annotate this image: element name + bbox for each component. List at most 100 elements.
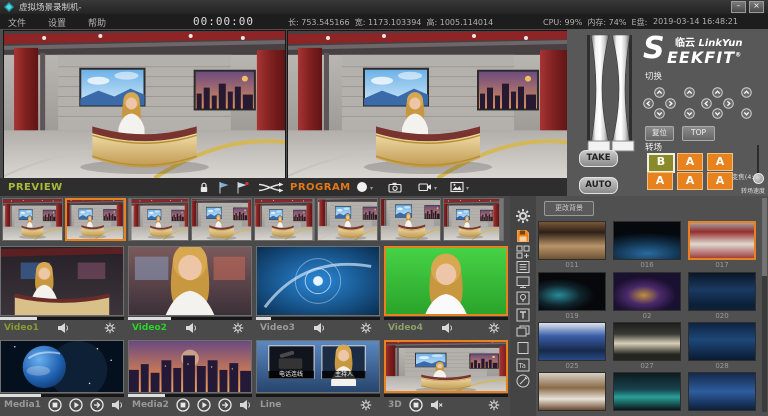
media-settings-icon-3[interactable]	[360, 399, 372, 411]
video-settings-icon-4[interactable]	[488, 322, 500, 334]
filmstrip-thumb-3[interactable]	[128, 198, 189, 241]
menu-file[interactable]: 文件	[8, 16, 26, 29]
pad-4-up-button[interactable]	[741, 83, 752, 94]
pad-1-left-button[interactable]	[643, 94, 654, 105]
pad-3-up-button[interactable]	[712, 83, 723, 94]
media-play-button-1[interactable]	[69, 398, 83, 412]
filmstrip-thumb-1[interactable]	[2, 198, 63, 241]
transition-a-5-button[interactable]: A	[677, 172, 703, 190]
menu-settings[interactable]: 设置	[48, 16, 66, 29]
pad-1-right-button[interactable]	[665, 94, 676, 105]
scene-scrollbar[interactable]	[762, 198, 767, 412]
transition-speed-knob[interactable]	[753, 173, 764, 184]
save-icon[interactable]	[515, 228, 531, 244]
title-text-icon[interactable]	[515, 307, 531, 323]
pad-3-right-button[interactable]	[723, 94, 734, 105]
scene-grid-icon[interactable]	[515, 244, 531, 260]
video-source-thumb-4[interactable]	[384, 246, 508, 316]
video-settings-icon-1[interactable]	[104, 322, 116, 334]
scene-thumb-02[interactable]	[613, 272, 681, 311]
program-monitor[interactable]	[287, 30, 569, 179]
scene-scrollbar-thumb[interactable]	[762, 198, 767, 276]
lock-icon[interactable]	[198, 181, 210, 193]
video-source-thumb-1[interactable]	[0, 246, 124, 316]
media-source-thumb-1[interactable]	[0, 340, 124, 393]
video-capture-caret-icon[interactable]: ▾	[434, 185, 437, 192]
media-speaker-button-1[interactable]	[111, 399, 124, 411]
signature-icon[interactable]	[515, 373, 531, 389]
media-next-button-2[interactable]	[218, 398, 232, 412]
video-speaker-icon-1[interactable]	[57, 322, 70, 334]
text-tool-icon[interactable]: Ta	[515, 357, 531, 373]
media-settings-icon-4[interactable]	[488, 399, 500, 411]
blank-doc-icon[interactable]	[515, 340, 531, 356]
media-source-thumb-3[interactable]	[256, 340, 380, 393]
video-source-thumb-2[interactable]	[128, 246, 252, 316]
close-button[interactable]: ×	[749, 1, 764, 13]
transition-a-2-button[interactable]: A	[677, 153, 703, 171]
scene-thumb-028[interactable]	[688, 322, 756, 361]
media-speaker-muted-button-4[interactable]	[430, 399, 443, 411]
auto-button[interactable]: AUTO	[579, 177, 618, 194]
media-source-thumb-4[interactable]	[384, 340, 508, 393]
layers-icon[interactable]	[515, 323, 531, 339]
filmstrip-thumb-8[interactable]	[443, 198, 504, 241]
scene-thumb-016[interactable]	[613, 221, 681, 260]
record-caret-icon[interactable]: ▾	[370, 185, 373, 192]
lighting-icon[interactable]	[515, 290, 531, 306]
preview-monitor[interactable]	[3, 30, 286, 179]
pad-3-down-button[interactable]	[712, 104, 723, 115]
monitor-icon[interactable]	[515, 274, 531, 290]
playlist-icon[interactable]	[515, 259, 531, 275]
snapshot-camera-button[interactable]	[388, 181, 402, 193]
media-play-button-2[interactable]	[197, 398, 211, 412]
settings-icon[interactable]	[515, 208, 531, 224]
video-settings-icon-2[interactable]	[232, 322, 244, 334]
pad-1-up-button[interactable]	[654, 83, 665, 94]
filmstrip-thumb-6[interactable]	[317, 198, 378, 241]
media-stop-button-4[interactable]	[409, 398, 423, 412]
video-speaker-icon-4[interactable]	[441, 322, 454, 334]
video-speaker-icon-3[interactable]	[313, 322, 326, 334]
swap-preview-program-button[interactable]	[258, 182, 284, 193]
menu-help[interactable]: 帮助	[88, 16, 106, 29]
scene-thumb-017[interactable]	[688, 221, 756, 260]
take-button[interactable]: TAKE	[579, 150, 618, 167]
minimize-button[interactable]: –	[731, 1, 746, 13]
pad-1-down-button[interactable]	[654, 104, 665, 115]
filmstrip-thumb-5[interactable]	[254, 198, 315, 241]
record-button[interactable]	[356, 181, 368, 193]
reset-button[interactable]: 复位	[645, 126, 674, 141]
transition-b-1-button[interactable]: B	[647, 153, 675, 173]
wipe-flag-icon[interactable]	[218, 181, 230, 194]
wipe-flag-alert-icon[interactable]	[236, 181, 249, 194]
scene-thumb-020[interactable]	[688, 272, 756, 311]
media-source-thumb-2[interactable]	[128, 340, 252, 393]
filmstrip-thumb-2[interactable]	[65, 198, 126, 241]
video-speaker-icon-2[interactable]	[185, 322, 198, 334]
pad-2-up-button[interactable]	[684, 83, 695, 94]
transition-a-4-button[interactable]: A	[647, 172, 673, 190]
media-next-button-1[interactable]	[90, 398, 104, 412]
scene-thumb-019[interactable]	[538, 272, 606, 311]
pad-2-down-button[interactable]	[684, 104, 695, 115]
scene-thumb-row4-1[interactable]	[538, 372, 606, 411]
scene-thumb-row4-2[interactable]	[613, 372, 681, 411]
video-capture-button[interactable]	[418, 181, 432, 193]
pad-3-left-button[interactable]	[701, 94, 712, 105]
filmstrip-thumb-7[interactable]	[380, 198, 441, 241]
media-speaker-button-2[interactable]	[239, 399, 252, 411]
t-bar-fader[interactable]	[579, 35, 641, 153]
video-settings-icon-3[interactable]	[360, 322, 372, 334]
filmstrip-thumb-4[interactable]	[191, 198, 252, 241]
media-stop-button-1[interactable]	[48, 398, 62, 412]
scene-thumb-011[interactable]	[538, 221, 606, 260]
image-output-button[interactable]	[450, 181, 464, 193]
top-button[interactable]: TOP	[682, 126, 715, 141]
scene-thumb-025[interactable]	[538, 322, 606, 361]
image-output-caret-icon[interactable]: ▾	[466, 185, 469, 192]
transition-a-3-button[interactable]: A	[707, 153, 733, 171]
media-stop-button-2[interactable]	[176, 398, 190, 412]
scene-thumb-row4-3[interactable]	[688, 372, 756, 411]
change-background-button[interactable]: 更改背景	[544, 201, 594, 216]
